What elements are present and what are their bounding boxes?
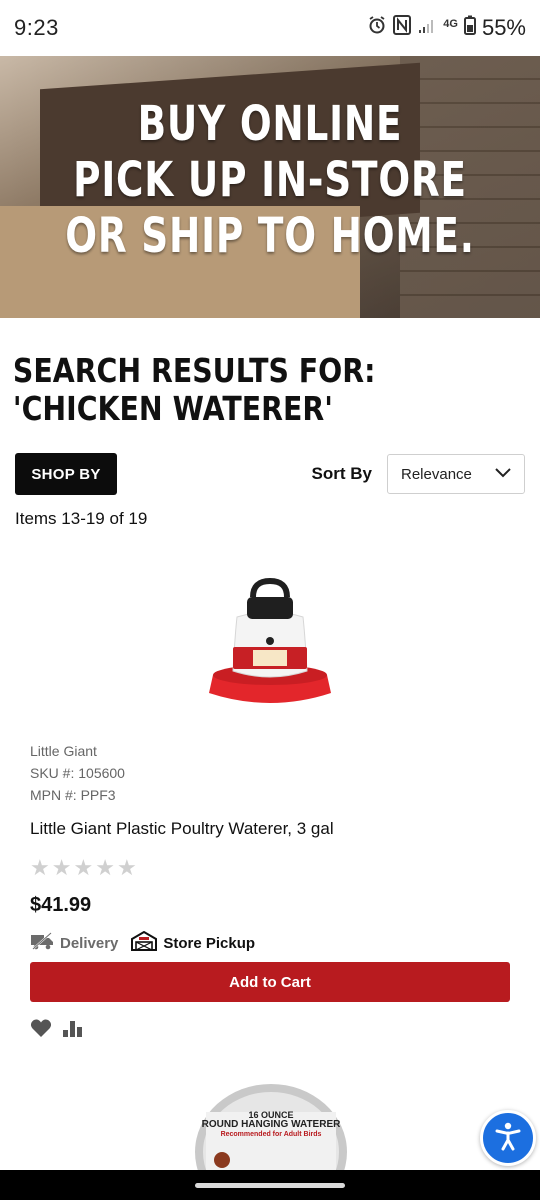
store-pickup-option: Store Pickup (130, 930, 256, 955)
banner-line-1: BUY ONLINE (137, 96, 403, 152)
product-mpn: MPN #: PPF3 (30, 787, 116, 803)
banner-line-2: PICK UP IN-STORE (73, 152, 467, 208)
system-nav-bar (0, 1170, 540, 1200)
star-icon: ★ (116, 855, 137, 880)
battery-icon (463, 15, 476, 41)
product-image[interactable] (205, 575, 335, 720)
fulfillment-options: Delivery Store Pickup (30, 930, 510, 955)
search-results-heading: SEARCH RESULTS FOR: 'CHICKEN WATERER' (12, 351, 376, 428)
next-product-label-main: ROUND HANGING WATERER (201, 1119, 341, 1130)
delivery-option: Delivery (30, 932, 118, 954)
alarm-icon (367, 15, 387, 41)
delivery-label: Delivery (60, 934, 119, 952)
product-sku: SKU #: 105600 (30, 765, 125, 781)
signal-icon (417, 16, 437, 40)
delivery-truck-icon (30, 932, 54, 954)
product-name-link[interactable]: Little Giant Plastic Poultry Waterer, 3 … (30, 819, 510, 839)
product-brand: Little Giant (30, 743, 97, 759)
chevron-down-icon (494, 466, 512, 483)
status-bar: 9:23 4G 55% (0, 0, 540, 56)
product-info: Little Giant SKU #: 105600 MPN #: PPF3 L… (30, 740, 510, 955)
status-icons: 4G 55% (367, 15, 526, 41)
home-gesture-handle[interactable] (195, 1182, 345, 1188)
banner-line-3: OR SHIP TO HOME. (65, 208, 475, 264)
star-icon: ★ (73, 855, 94, 880)
star-icon: ★ (95, 855, 115, 880)
accessibility-button[interactable] (480, 1110, 536, 1166)
star-icon: ★ (30, 855, 50, 880)
battery-percent: 55% (481, 15, 526, 40)
accessibility-icon (492, 1120, 524, 1157)
sort-selected-value: Relevance (401, 465, 472, 483)
banner-text: BUY ONLINE PICK UP IN-STORE OR SHIP TO H… (59, 96, 480, 264)
items-count: Items 13-19 of 19 (15, 509, 148, 528)
store-pickup-label: Store Pickup (163, 934, 256, 952)
star-icon: ★ (51, 855, 72, 880)
status-time: 9:23 (14, 15, 59, 40)
compare-icon[interactable] (62, 1018, 84, 1043)
sort-by-label: Sort By (311, 464, 372, 483)
store-icon (130, 930, 158, 955)
shop-by-button[interactable]: SHOP BY (15, 453, 117, 495)
heart-icon[interactable] (30, 1018, 52, 1043)
results-controls: SHOP BY Sort By Relevance (15, 453, 525, 495)
network-type: 4G (443, 18, 458, 30)
next-product-image[interactable]: 16 OUNCE ROUND HANGING WATERER Recommend… (192, 1082, 350, 1172)
nfc-icon (393, 15, 412, 41)
product-actions (30, 1018, 84, 1043)
page: 9:23 4G 55% BUY ONLINE PICK UP IN-STORE (0, 0, 540, 1200)
product-rating: ★ ★ ★ ★ ★ (30, 857, 510, 879)
add-to-cart-button[interactable]: Add to Cart (30, 962, 510, 1002)
sort-select[interactable]: Relevance (387, 454, 525, 494)
next-product-label-sub: Recommended for Adult Birds (220, 1131, 322, 1138)
sort-control: Sort By Relevance (312, 454, 525, 494)
promo-banner[interactable]: BUY ONLINE PICK UP IN-STORE OR SHIP TO H… (0, 56, 540, 318)
product-price: $41.99 (30, 894, 92, 916)
